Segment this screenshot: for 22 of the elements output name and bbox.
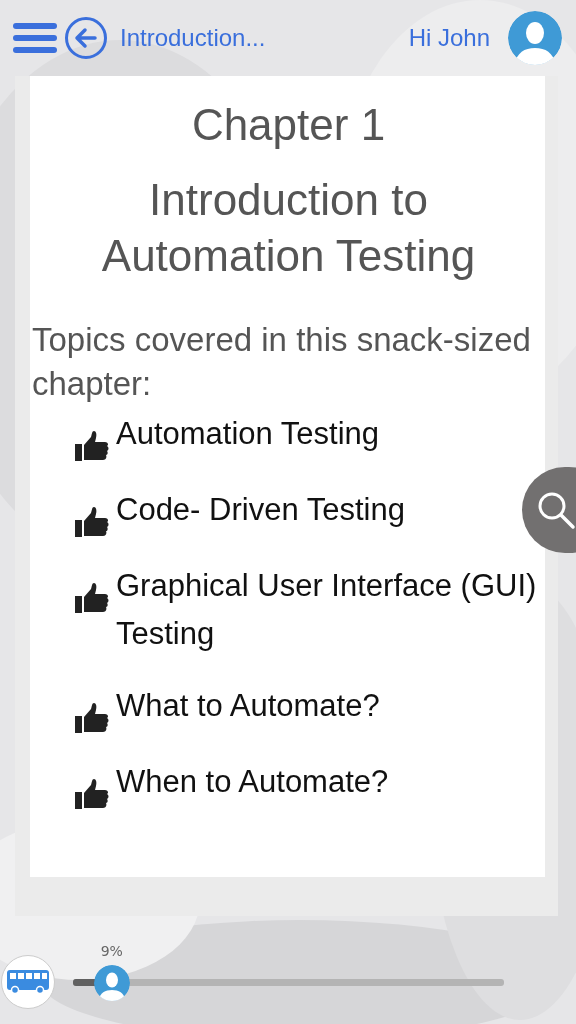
page-title: Introduction... [120, 24, 266, 52]
menu-button[interactable] [12, 21, 58, 55]
intro-text: Topics covered in this snack-sized chapter: [32, 320, 532, 404]
greeting: Hi John [408, 24, 490, 52]
thumbs-up-icon [74, 582, 110, 614]
menu-icon [12, 21, 58, 55]
thumbs-up-icon [74, 702, 110, 734]
progress-reading: 9% [100, 942, 123, 959]
bus-icon [6, 969, 50, 995]
topic-text: Graphical User Interface (GUI) Testing [116, 567, 538, 653]
progress-thumb[interactable] [93, 964, 130, 1001]
topic-text: What to Automate? [116, 687, 380, 725]
chapter-number: Chapter 1 [190, 100, 387, 150]
back-button[interactable] [64, 16, 108, 60]
thumbs-up-icon [74, 430, 110, 462]
chapter-title: Introduction to Automation Testing [100, 174, 477, 282]
topic-text: Code- Driven Testing [116, 491, 405, 529]
thumbs-up-icon [74, 778, 110, 810]
avatar-icon[interactable] [508, 11, 562, 65]
thumbs-up-icon [74, 506, 110, 538]
topic-text: Automation Testing [116, 415, 380, 453]
topic-text: When to Automate? [116, 763, 389, 801]
